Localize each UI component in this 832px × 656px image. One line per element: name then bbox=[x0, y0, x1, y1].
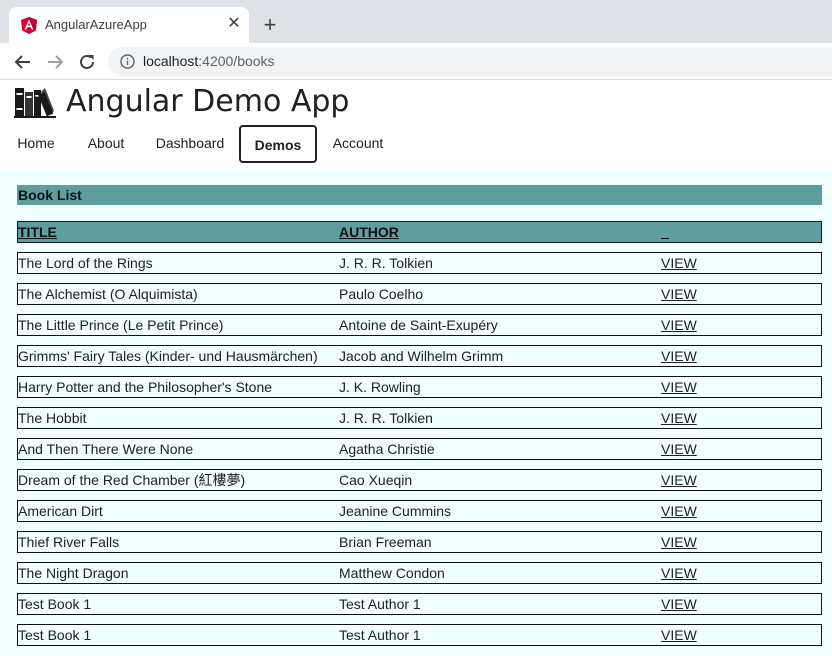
column-header-action[interactable]: _ bbox=[661, 222, 669, 242]
book-author: Test Author 1 bbox=[339, 627, 421, 643]
table-row: Harry Potter and the Philosopher's Stone… bbox=[17, 376, 822, 398]
book-author: J. K. Rowling bbox=[339, 379, 421, 395]
brand: Angular Demo App bbox=[14, 83, 349, 119]
view-link[interactable]: VIEW bbox=[661, 563, 697, 583]
table-row: Dream of the Red Chamber (紅樓夢) Cao Xueqin… bbox=[17, 469, 822, 491]
nav-account[interactable]: Account bbox=[324, 125, 392, 163]
table-row: The Hobbit J. R. R. Tolkien VIEW bbox=[17, 407, 822, 429]
info-icon[interactable] bbox=[120, 54, 135, 69]
content-panel: Book List TITLE AUTHOR _ The Lord of the… bbox=[0, 168, 832, 656]
column-header-author[interactable]: AUTHOR bbox=[339, 222, 399, 242]
book-title: Dream of the Red Chamber (紅樓夢) bbox=[18, 472, 246, 488]
view-link[interactable]: VIEW bbox=[661, 594, 697, 614]
app-root: Angular Demo App Home About Dashboard De… bbox=[0, 81, 832, 656]
table-row: The Lord of the Rings J. R. R. Tolkien VIE… bbox=[17, 252, 822, 274]
book-author: Brian Freeman bbox=[339, 534, 432, 550]
book-title: The Night Dragon bbox=[18, 565, 129, 581]
view-link[interactable]: VIEW bbox=[661, 625, 697, 645]
book-title: American Dirt bbox=[18, 503, 103, 519]
book-author: J. R. R. Tolkien bbox=[339, 255, 433, 271]
forward-arrow-icon[interactable] bbox=[42, 49, 68, 75]
table-row: And Then There Were None Agatha Christie V… bbox=[17, 438, 822, 460]
table-row: Test Book 1 Test Author 1 VIEW bbox=[17, 624, 822, 646]
book-list-heading: Book List bbox=[17, 185, 822, 205]
address-bar[interactable]: localhost:4200/books bbox=[108, 47, 832, 76]
nav-about[interactable]: About bbox=[78, 125, 134, 163]
book-title: Test Book 1 bbox=[18, 627, 92, 643]
table-row: Grimms' Fairy Tales (Kinder- und Hausmär… bbox=[17, 345, 822, 367]
book-title: Test Book 1 bbox=[18, 596, 92, 612]
nav-dashboard[interactable]: Dashboard bbox=[148, 125, 232, 163]
back-arrow-icon[interactable] bbox=[10, 49, 36, 75]
table-header: TITLE AUTHOR _ bbox=[17, 221, 822, 243]
reload-icon[interactable] bbox=[74, 49, 100, 75]
table-row: The Little Prince (Le Petit Prince) Antoi… bbox=[17, 314, 822, 336]
view-link[interactable]: VIEW bbox=[661, 284, 697, 304]
view-link[interactable]: VIEW bbox=[661, 315, 697, 335]
book-title: And Then There Were None bbox=[18, 441, 194, 457]
close-icon[interactable]: ✕ bbox=[224, 14, 244, 34]
book-author: Matthew Condon bbox=[339, 565, 445, 581]
book-author: Paulo Coelho bbox=[339, 286, 424, 302]
table-body: The Lord of the Rings J. R. R. Tolkien VIE… bbox=[17, 252, 822, 646]
browser-tabstrip: AngularAzureApp ✕ + bbox=[0, 0, 832, 43]
view-link[interactable]: VIEW bbox=[661, 377, 697, 397]
url-text: localhost:4200/books bbox=[143, 53, 275, 69]
column-header-title[interactable]: TITLE bbox=[18, 222, 57, 242]
plus-icon[interactable]: + bbox=[258, 13, 282, 37]
view-link[interactable]: VIEW bbox=[661, 501, 697, 521]
book-author: J. R. R. Tolkien bbox=[339, 410, 433, 426]
view-link[interactable]: VIEW bbox=[661, 470, 697, 490]
view-link[interactable]: VIEW bbox=[661, 439, 697, 459]
book-author: Agatha Christie bbox=[339, 441, 435, 457]
view-link[interactable]: VIEW bbox=[661, 408, 697, 428]
url-path: :4200/books bbox=[198, 53, 275, 69]
url-host: localhost bbox=[143, 53, 199, 69]
nav-home[interactable]: Home bbox=[8, 125, 64, 163]
book-author: Cao Xueqin bbox=[339, 472, 413, 488]
book-title: The Little Prince (Le Petit Prince) bbox=[18, 317, 224, 333]
book-author: Test Author 1 bbox=[339, 596, 421, 612]
book-title: The Hobbit bbox=[18, 410, 87, 426]
book-title: Grimms' Fairy Tales (Kinder- und Hausmär… bbox=[18, 348, 318, 364]
nav-demos[interactable]: Demos bbox=[239, 125, 317, 163]
tab-title: AngularAzureApp bbox=[45, 17, 147, 32]
table-row: The Night Dragon Matthew Condon VIEW bbox=[17, 562, 822, 584]
book-author: Jeanine Cummins bbox=[339, 503, 452, 519]
book-table: TITLE AUTHOR _ The Lord of the Rings J. R… bbox=[17, 221, 822, 655]
page-title: Angular Demo App bbox=[66, 83, 350, 119]
book-author: Antoine de Saint-Exupéry bbox=[339, 317, 498, 333]
view-link[interactable]: VIEW bbox=[661, 532, 697, 552]
table-row: American Dirt Jeanine Cummins VIEW bbox=[17, 500, 822, 522]
book-title: Harry Potter and the Philosopher's Stone bbox=[18, 379, 273, 395]
book-title: The Alchemist (O Alquimista) bbox=[18, 286, 198, 302]
book-title: The Lord of the Rings bbox=[18, 255, 153, 271]
browser-toolbar: localhost:4200/books bbox=[0, 43, 832, 80]
view-link[interactable]: VIEW bbox=[661, 253, 697, 273]
view-link[interactable]: VIEW bbox=[661, 346, 697, 366]
browser-tab[interactable]: AngularAzureApp ✕ bbox=[9, 7, 249, 43]
table-row: Test Book 1 Test Author 1 VIEW bbox=[17, 593, 822, 615]
table-row: The Alchemist (O Alquimista) Paulo Coelho… bbox=[17, 283, 822, 305]
table-row: Thief River Falls Brian Freeman VIEW bbox=[17, 531, 822, 553]
book-title: Thief River Falls bbox=[18, 534, 120, 550]
angular-icon bbox=[21, 17, 37, 34]
book-author: Jacob and Wilhelm Grimm bbox=[339, 348, 504, 364]
books-logo-icon bbox=[14, 88, 56, 118]
